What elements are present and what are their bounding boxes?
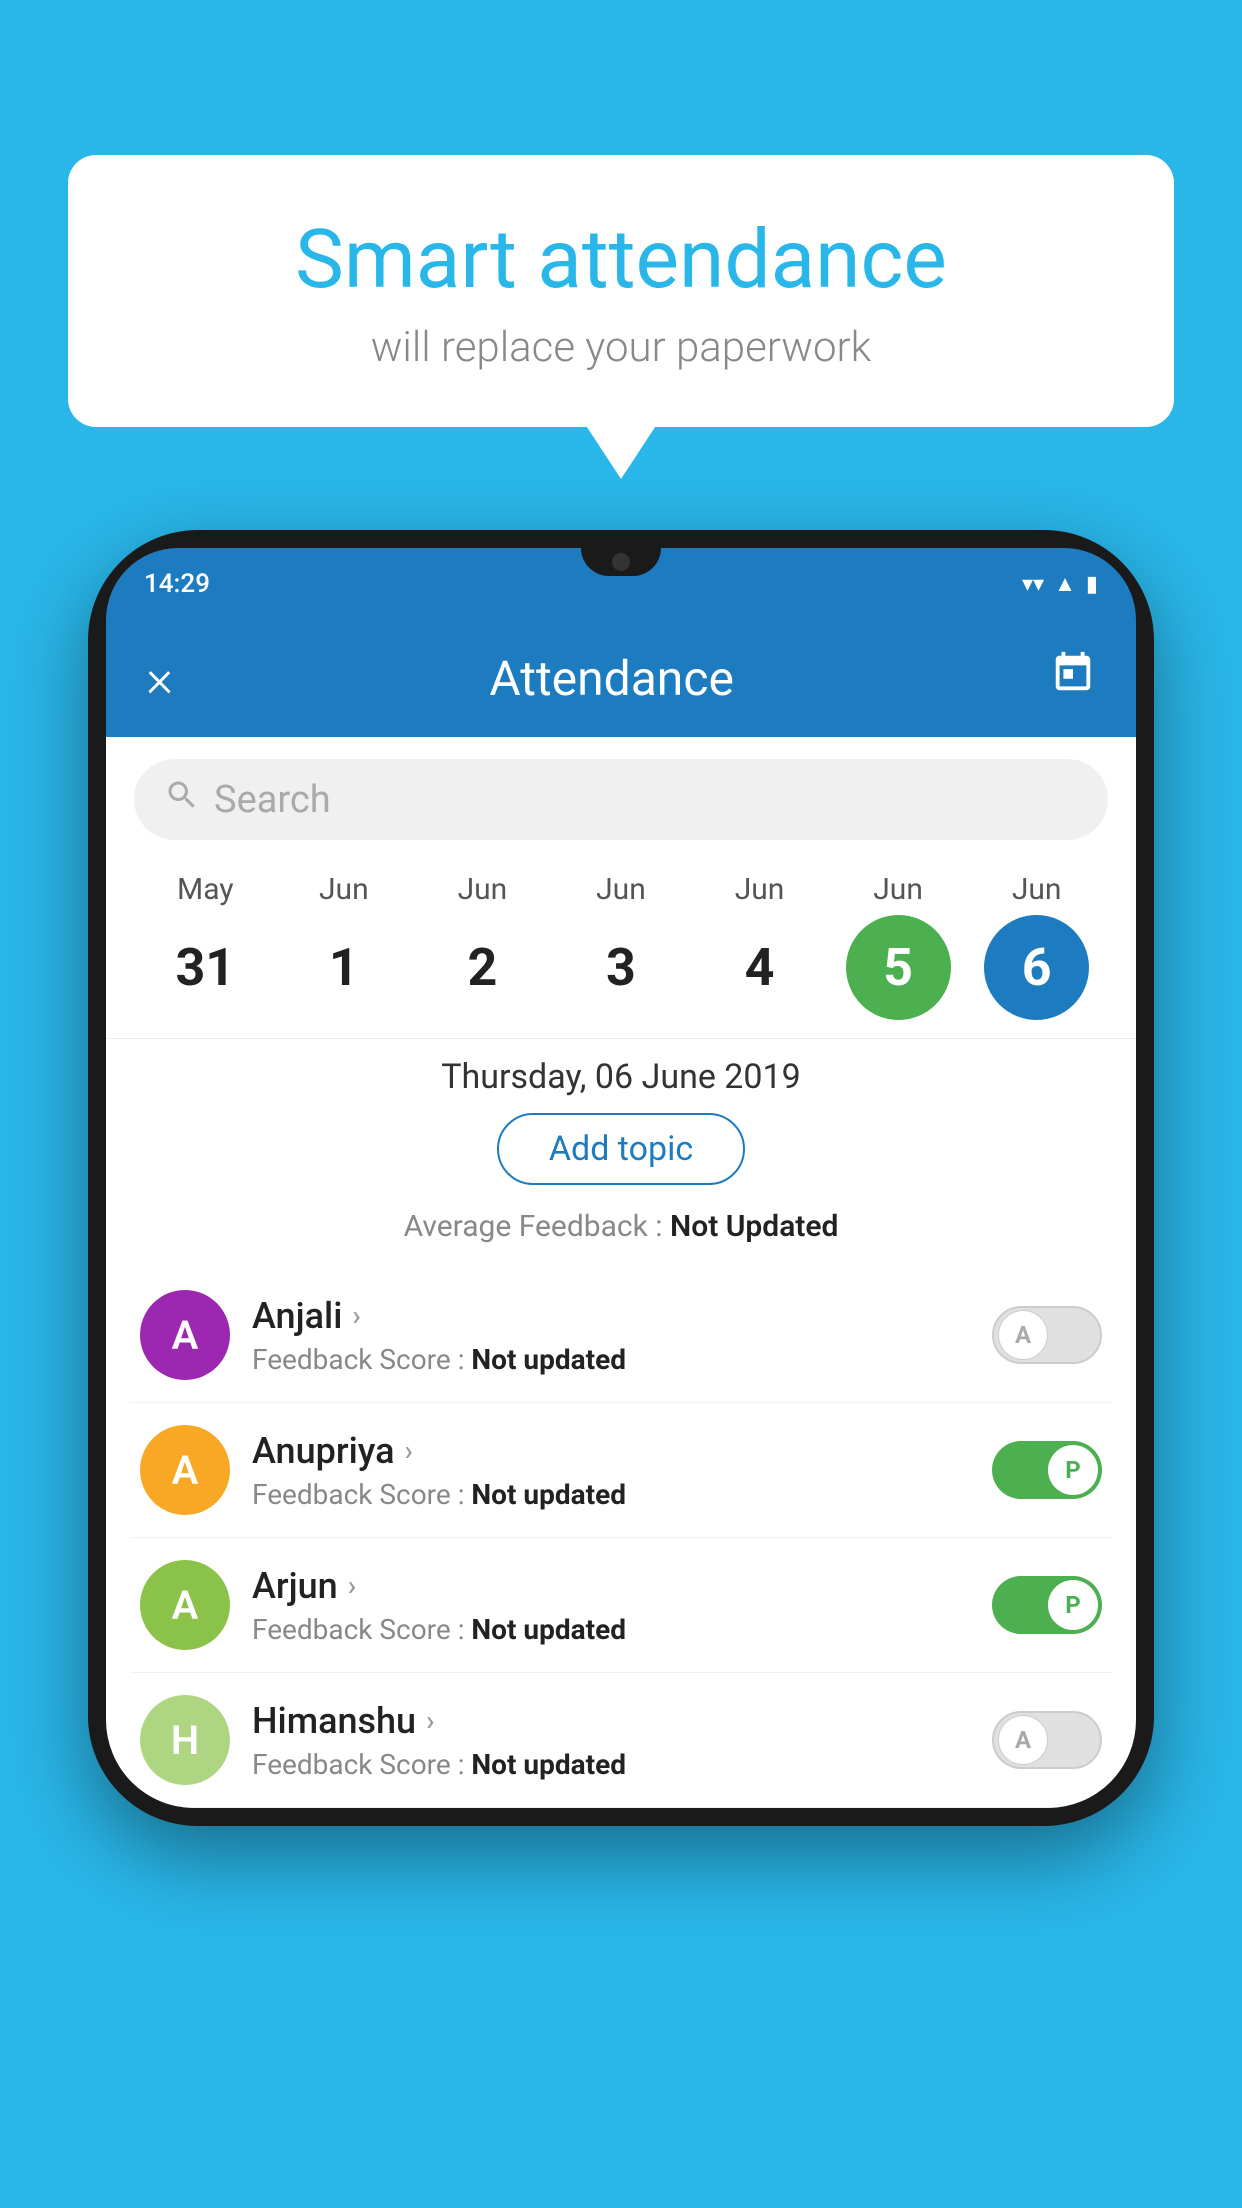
app-bar-title: Attendance xyxy=(489,650,734,707)
feedback-score-anjali: Feedback Score : Not updated xyxy=(252,1343,970,1376)
close-icon[interactable]: × xyxy=(146,648,173,709)
app-bar: × Attendance xyxy=(106,620,1136,737)
month-cell-4: Jun xyxy=(695,872,825,907)
toggle-himanshu[interactable]: A xyxy=(992,1711,1102,1769)
avg-feedback-value: Not Updated xyxy=(670,1209,838,1244)
month-cell-1: Jun xyxy=(279,872,409,907)
toggle-arjun[interactable]: P xyxy=(992,1576,1102,1634)
date-cell-6[interactable]: 6 xyxy=(972,915,1102,1020)
camera-dot xyxy=(612,553,630,571)
signal-icon: ▲ xyxy=(1054,571,1076,597)
toggle-anjali[interactable]: A xyxy=(992,1306,1102,1364)
chevron-icon: › xyxy=(348,1569,356,1602)
student-info-arjun: Arjun › Feedback Score : Not updated xyxy=(252,1565,970,1646)
student-name-himanshu[interactable]: Himanshu › xyxy=(252,1700,970,1742)
search-icon xyxy=(164,777,200,822)
month-row: May Jun Jun Jun Jun Jun Jun xyxy=(126,872,1116,907)
student-item-anupriya: A Anupriya › Feedback Score : Not update… xyxy=(130,1403,1112,1538)
date-cell-5[interactable]: 5 xyxy=(833,915,963,1020)
toggle-anupriya[interactable]: P xyxy=(992,1441,1102,1499)
bubble-title: Smart attendance xyxy=(118,215,1124,305)
month-cell-0: May xyxy=(140,872,270,907)
speech-bubble: Smart attendance will replace your paper… xyxy=(68,155,1174,427)
bubble-subtitle: will replace your paperwork xyxy=(118,323,1124,372)
student-item-himanshu: H Himanshu › Feedback Score : Not update… xyxy=(130,1673,1112,1808)
phone: 14:29 ▾▾ ▲ ▮ × Attendance xyxy=(88,530,1154,1826)
avatar-arjun: A xyxy=(140,1560,230,1650)
feedback-score-anupriya: Feedback Score : Not updated xyxy=(252,1478,970,1511)
feedback-score-arjun: Feedback Score : Not updated xyxy=(252,1613,970,1646)
calendar-strip: May Jun Jun Jun Jun Jun Jun 31 1 2 3 4 xyxy=(106,862,1136,1038)
date-cell-2[interactable]: 2 xyxy=(417,915,547,1020)
chevron-icon: › xyxy=(426,1704,434,1737)
student-item-anjali: A Anjali › Feedback Score : Not updated … xyxy=(130,1268,1112,1403)
avatar-anupriya: A xyxy=(140,1425,230,1515)
date-cell-0[interactable]: 31 xyxy=(140,915,270,1020)
search-input-label: Search xyxy=(214,778,331,822)
calendar-icon[interactable] xyxy=(1050,650,1096,708)
student-list: A Anjali › Feedback Score : Not updated … xyxy=(106,1268,1136,1808)
date-row: 31 1 2 3 4 5 6 xyxy=(126,907,1116,1038)
student-name-arjun[interactable]: Arjun › xyxy=(252,1565,970,1607)
selected-date-label: Thursday, 06 June 2019 xyxy=(106,1057,1136,1097)
status-bar: 14:29 ▾▾ ▲ ▮ xyxy=(106,548,1136,620)
status-time: 14:29 xyxy=(144,569,210,599)
date-cell-3[interactable]: 3 xyxy=(556,915,686,1020)
student-info-anjali: Anjali › Feedback Score : Not updated xyxy=(252,1295,970,1376)
student-name-anupriya[interactable]: Anupriya › xyxy=(252,1430,970,1472)
speech-bubble-container: Smart attendance will replace your paper… xyxy=(68,155,1174,427)
month-cell-5: Jun xyxy=(833,872,963,907)
student-item-arjun: A Arjun › Feedback Score : Not updated P xyxy=(130,1538,1112,1673)
date-cell-1[interactable]: 1 xyxy=(279,915,409,1020)
chevron-icon: › xyxy=(352,1299,360,1332)
month-cell-2: Jun xyxy=(417,872,547,907)
student-info-himanshu: Himanshu › Feedback Score : Not updated xyxy=(252,1700,970,1781)
month-cell-3: Jun xyxy=(556,872,686,907)
notch xyxy=(581,548,661,576)
background: Smart attendance will replace your paper… xyxy=(0,0,1242,2208)
student-name-anjali[interactable]: Anjali › xyxy=(252,1295,970,1337)
student-info-anupriya: Anupriya › Feedback Score : Not updated xyxy=(252,1430,970,1511)
screen-content: Search May Jun Jun Jun Jun Jun Jun 31 xyxy=(106,737,1136,1808)
feedback-score-himanshu: Feedback Score : Not updated xyxy=(252,1748,970,1781)
wifi-icon: ▾▾ xyxy=(1022,572,1044,597)
date-cell-4[interactable]: 4 xyxy=(695,915,825,1020)
phone-wrapper: 14:29 ▾▾ ▲ ▮ × Attendance xyxy=(88,530,1154,1826)
avatar-himanshu: H xyxy=(140,1695,230,1785)
status-icons: ▾▾ ▲ ▮ xyxy=(1022,571,1098,597)
avg-feedback-label: Average Feedback : xyxy=(404,1209,670,1244)
month-cell-6: Jun xyxy=(972,872,1102,907)
avg-feedback: Average Feedback : Not Updated xyxy=(106,1201,1136,1258)
avatar-anjali: A xyxy=(140,1290,230,1380)
date-info: Thursday, 06 June 2019 Add topic Average… xyxy=(106,1038,1136,1268)
chevron-icon: › xyxy=(405,1434,413,1467)
battery-icon: ▮ xyxy=(1086,572,1098,597)
add-topic-button[interactable]: Add topic xyxy=(497,1113,745,1185)
search-bar[interactable]: Search xyxy=(134,759,1108,840)
